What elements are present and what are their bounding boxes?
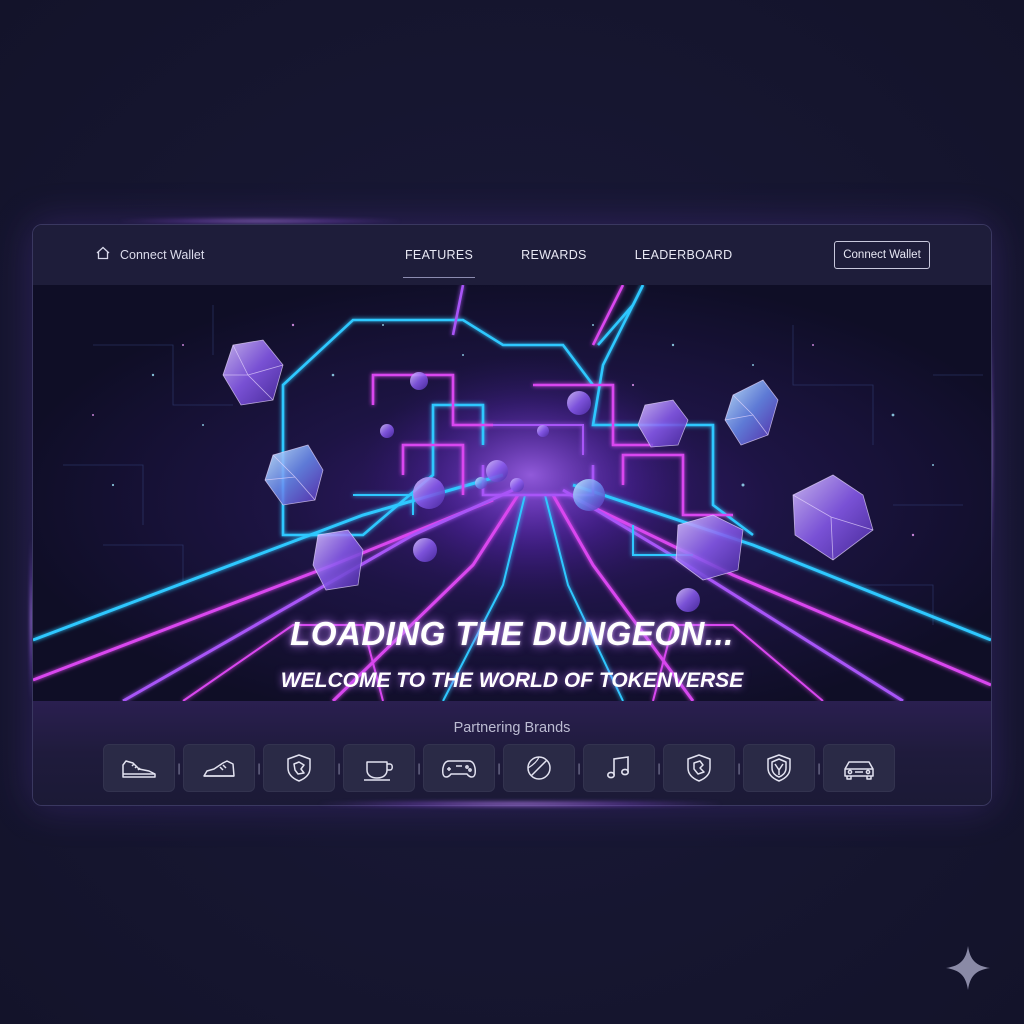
shield-emblem-icon [767, 754, 791, 782]
separator: | [177, 761, 181, 775]
hero-subtitle: WELCOME TO THE WORLD OF TOKENVERSE [280, 669, 744, 692]
brand-tile-ball[interactable] [503, 744, 575, 792]
tab-features[interactable]: FEATURES [402, 240, 476, 278]
partner-brands-section: Partnering Brands | | | | | | | | | [33, 701, 991, 805]
sparkle-icon [946, 946, 990, 990]
separator: | [257, 761, 261, 775]
app-window: Connect Wallet FEATURES REWARDS LEADERBO… [32, 224, 992, 806]
top-glow [120, 219, 400, 223]
separator: | [657, 761, 661, 775]
tab-rewards[interactable]: REWARDS [521, 240, 587, 270]
sneaker-icon [122, 760, 156, 778]
brand-tile-gamepad[interactable] [423, 744, 495, 792]
coffee-cup-icon [364, 761, 393, 781]
brand-tile-car[interactable] [823, 744, 895, 792]
home-link-label: Connect Wallet [120, 247, 205, 262]
brand-tile-coffee[interactable] [343, 744, 415, 792]
top-navbar: Connect Wallet FEATURES REWARDS LEADERBO… [33, 225, 991, 285]
separator: | [417, 761, 421, 775]
separator: | [497, 761, 501, 775]
music-note-icon [607, 756, 629, 779]
shield-crest-icon [687, 754, 711, 782]
nav-tabs: FEATURES REWARDS LEADERBOARD [402, 225, 780, 285]
hero-banner: LOADING THE DUNGEON... WELCOME TO THE WO… [33, 285, 991, 701]
brand-tile-shield-crest-2[interactable] [663, 744, 735, 792]
home-link[interactable]: Connect Wallet [95, 245, 204, 264]
separator: | [577, 761, 581, 775]
shield-crest-icon [287, 754, 311, 782]
connect-wallet-button[interactable]: Connect Wallet [834, 241, 930, 269]
brand-tile-shield-crest[interactable] [263, 744, 335, 792]
shoe-icon [203, 760, 235, 777]
home-icon [95, 245, 111, 264]
separator: | [817, 761, 821, 775]
page: Connect Wallet FEATURES REWARDS LEADERBO… [0, 0, 1024, 1024]
hero-title: LOADING THE DUNGEON... [290, 615, 734, 652]
gem [222, 339, 284, 406]
tab-leaderboard[interactable]: LEADERBOARD [635, 240, 733, 270]
car-icon [844, 761, 874, 780]
brand-tile-shoe[interactable] [183, 744, 255, 792]
brand-tile-music[interactable] [583, 744, 655, 792]
separator: | [737, 761, 741, 775]
bottom-glow [320, 801, 720, 807]
brand-logo-row: | | | | | | | | | [103, 744, 895, 792]
gamepad-icon [442, 760, 476, 778]
ball-icon [527, 756, 551, 780]
partner-brands-label: Partnering Brands [453, 720, 571, 736]
brand-tile-shield-emblem[interactable] [743, 744, 815, 792]
brand-tile-sneaker[interactable] [103, 744, 175, 792]
separator: | [337, 761, 341, 775]
